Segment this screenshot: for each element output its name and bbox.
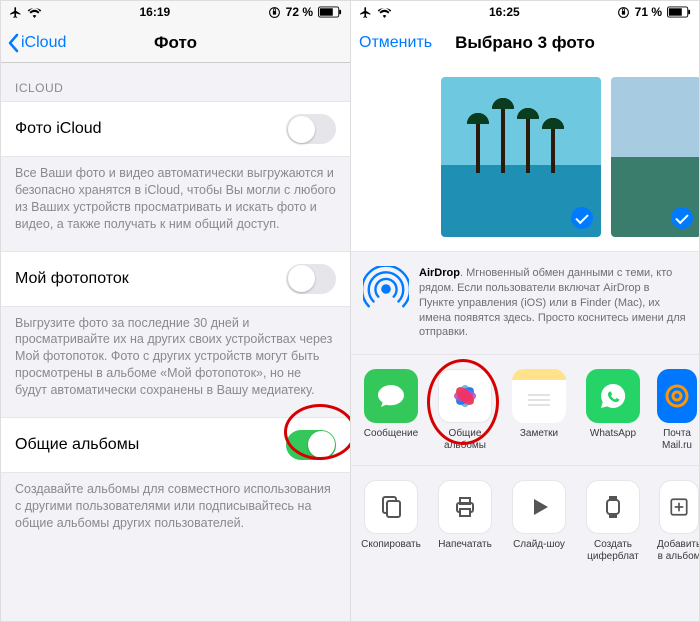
cancel-button[interactable]: Отменить [359,34,432,52]
rotation-lock-icon [617,6,630,19]
messages-icon [375,380,407,412]
whatsapp-icon [597,380,629,412]
battery-percent: 71 % [635,5,662,19]
app-messages[interactable]: Сообщение [361,369,421,451]
notes-icon [522,379,556,413]
app-mailru[interactable]: Почта Mail.ru [657,369,697,451]
action-label: Скопировать [361,539,421,561]
footer-shared: Создавайте альбомы для совместного испол… [1,473,350,550]
airdrop-row[interactable]: AirDrop. Мгновенный обмен данными с теми… [351,252,699,355]
row-label: Общие альбомы [15,436,139,454]
selected-check-icon [571,207,593,229]
action-print[interactable]: Напечатать [435,480,495,562]
toggle-photostream[interactable] [286,264,336,294]
status-bar: 16:19 72 % [1,1,350,23]
row-label: Фото iCloud [15,120,102,138]
nav-bar: Отменить Выбрано 3 фото [351,23,699,63]
back-label: iCloud [21,34,66,52]
action-label: Создать циферблат [583,539,643,562]
rotation-lock-icon [268,6,281,19]
selected-thumbnails [351,63,699,251]
battery-percent: 72 % [286,5,313,19]
footer-photostream: Выгрузите фото за последние 30 дней и пр… [1,307,350,417]
status-time: 16:25 [489,5,520,19]
row-icloud-photo[interactable]: Фото iCloud [1,101,350,157]
app-whatsapp[interactable]: WhatsApp [583,369,643,451]
photos-icon [447,378,483,414]
share-actions-row: Скопировать Напечатать Слайд-шоу Создать… [351,466,699,576]
chevron-left-icon [7,33,19,53]
app-label: Общие альбомы [435,428,495,451]
copy-icon [377,493,405,521]
status-time: 16:19 [139,5,170,19]
phone-left-settings: 16:19 72 % iCloud Фото ICLOUD Фото iClou… [1,1,350,621]
wifi-icon [377,7,392,18]
action-slideshow[interactable]: Слайд-шоу [509,480,569,562]
page-title: Выбрано 3 фото [455,33,595,53]
row-label: Мой фотопоток [15,270,129,288]
print-icon [451,493,479,521]
action-label: Слайд-шоу [509,539,569,561]
nav-bar: iCloud Фото [1,23,350,63]
action-label: Добавить в альбом [657,539,699,562]
action-copy[interactable]: Скопировать [361,480,421,562]
photo-thumb[interactable] [611,77,699,237]
airdrop-icon [363,266,409,312]
app-label: Сообщение [361,428,421,450]
airplane-icon [359,6,372,19]
toggle-shared-albums[interactable] [286,430,336,460]
row-shared-albums[interactable]: Общие альбомы [1,417,350,473]
share-apps-row: Сообщение [351,355,699,466]
section-header-icloud: ICLOUD [1,63,350,101]
selected-check-icon [671,207,693,229]
airdrop-text: AirDrop. Мгновенный обмен данными с теми… [419,266,687,340]
add-album-icon [667,493,691,521]
action-watchface[interactable]: Создать циферблат [583,480,643,562]
app-notes[interactable]: Заметки [509,369,569,451]
page-title: Фото [154,33,197,53]
toggle-icloud-photo[interactable] [286,114,336,144]
watch-icon [599,493,627,521]
app-shared-albums[interactable]: Общие альбомы [435,369,495,451]
app-label: Почта Mail.ru [657,428,697,451]
action-label: Напечатать [435,539,495,561]
action-add-album[interactable]: Добавить в альбом [657,480,699,562]
phone-right-sharesheet: 16:25 71 % Отменить Выбрано 3 фото [350,1,699,621]
mailru-icon [663,382,691,410]
status-bar: 16:25 71 % [351,1,699,23]
airplane-icon [9,6,22,19]
row-photostream[interactable]: Мой фотопоток [1,251,350,307]
photo-thumb[interactable] [441,77,601,237]
app-label: WhatsApp [583,428,643,450]
app-label: Заметки [509,428,569,450]
battery-icon [667,6,691,18]
back-button[interactable]: iCloud [7,33,66,53]
share-sheet: AirDrop. Мгновенный обмен данными с теми… [351,251,699,621]
footer-icloud-photo: Все Ваши фото и видео автоматически выгр… [1,157,350,251]
battery-icon [318,6,342,18]
play-icon [525,493,553,521]
wifi-icon [27,7,42,18]
